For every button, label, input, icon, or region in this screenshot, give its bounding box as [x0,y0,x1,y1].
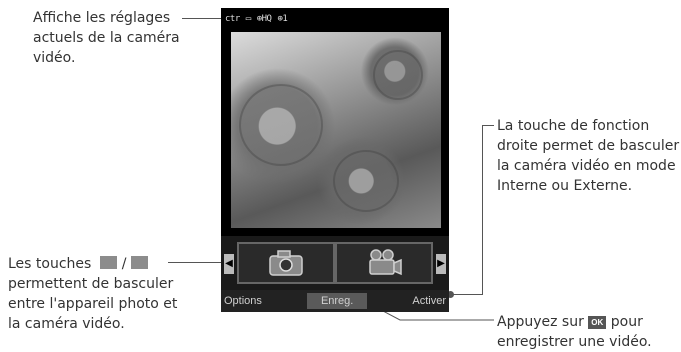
annotation-line: droite permet de basculer [497,138,680,154]
quality-icon: ▭ [245,14,251,24]
key-chip-icon [130,256,148,269]
mode-selector: ◀ ▶ [221,236,449,290]
camera-mode-tile[interactable] [237,242,335,284]
rose-image [373,50,423,100]
annotation-line: la caméra vidéo. [8,316,125,332]
video-camera-icon [369,249,402,276]
leader-line-right-h [482,125,494,126]
camcorder-status-icon: ctr [225,14,240,24]
annotation-line: actuels de la caméra [33,30,180,46]
annotation-separator: / [121,256,127,272]
softkey-bar: Options Enreg. Activer [221,290,449,312]
leader-line-status [182,18,226,19]
annotation-line: La touche de fonction [497,118,650,134]
video-mode-tile[interactable] [335,242,433,284]
arrow-left-icon[interactable]: ◀ [224,254,234,274]
resolution-icon: ⊕HQ [256,14,272,24]
rose-image [333,150,399,212]
annotation-line: enregistrer une vidéo. [497,334,652,350]
annotation-line: permettent de basculer [8,276,174,292]
annotation-line: entre l'appareil photo et [8,296,178,312]
annotation-prefix: Appuyez sur [497,314,584,330]
annotation-line: Affiche les réglages [33,10,171,26]
annotation-prefix: Les touches [8,256,92,272]
leader-line-right-h2 [452,294,483,295]
camera-icon [269,250,303,276]
key-chip-icon [100,256,118,269]
leader-line-mode-keys [168,262,224,263]
activate-softkey[interactable]: Activer [412,295,446,307]
record-softkey[interactable]: Enreg. [306,293,368,309]
annotation-status-settings: Affiche les réglages actuels de la camér… [33,8,180,68]
annotation-mode-keys: Les touches / permettent de basculer ent… [8,254,177,334]
arrow-right-icon[interactable]: ▶ [436,254,446,274]
options-softkey[interactable]: Options [224,295,262,307]
annotation-record: Appuyez sur OK pour enregistrer une vidé… [497,312,652,352]
annotation-line: Interne ou Externe. [497,178,633,194]
ok-key-icon: OK [588,316,607,329]
camera-viewfinder [231,32,441,228]
status-bar: ctr ▭ ⊕HQ ⊕1 [221,8,449,30]
rose-image [239,84,323,166]
annotation-line: vidéo. [33,50,76,66]
count-icon: ⊕1 [277,14,288,24]
annotation-line: la caméra vidéo en mode [497,158,676,174]
annotation-right-softkey: La touche de fonction droite permet de b… [497,116,679,196]
leader-line-right-v [482,125,483,295]
phone-screen: ctr ▭ ⊕HQ ⊕1 ◀ ▶ Options Enreg. Activer [221,8,449,312]
annotation-suffix: pour [610,314,643,330]
